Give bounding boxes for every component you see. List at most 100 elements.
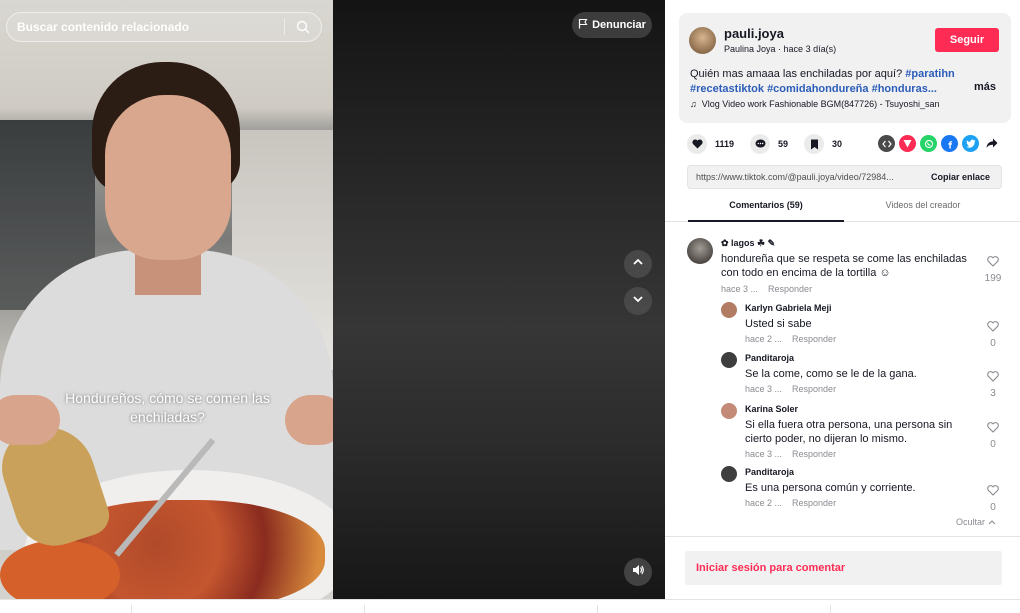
video-frame[interactable]: Hondureños, cómo se comen las enchiladas…: [0, 0, 333, 599]
report-button[interactable]: Denunciar: [572, 12, 652, 38]
copy-link-button[interactable]: Copiar enlace: [920, 172, 1001, 182]
like-action[interactable]: 1119: [687, 134, 734, 154]
video-description: Quién mas amaaa las enchiladas por aquí?…: [690, 67, 970, 97]
video-player[interactable]: Hondureños, cómo se comen las enchiladas…: [0, 0, 665, 599]
creator-subline: Paulina Joya · hace 3 día(s): [724, 44, 836, 54]
hashtag-link[interactable]: #honduras...: [872, 83, 937, 95]
comment-list: ✿ lagos ☘ ✎ hondureña que se respeta se …: [665, 232, 1020, 532]
whatsapp-icon[interactable]: [920, 135, 937, 152]
commenter-name[interactable]: Panditaroja: [745, 353, 794, 363]
commenter-avatar[interactable]: [721, 466, 737, 482]
comment-meta: hace 2 ... Responder: [745, 334, 836, 344]
comment-text: Es una persona común y corriente.: [745, 482, 916, 494]
twitter-icon[interactable]: [962, 135, 979, 152]
heart-outline-icon[interactable]: [987, 254, 999, 271]
tiktok-video-page: Hondureños, cómo se comen las enchiladas…: [0, 0, 1020, 613]
previous-video-button[interactable]: [624, 250, 652, 278]
creator-username[interactable]: pauli.joya: [724, 26, 784, 41]
video-caption-overlay: Hondureños, cómo se comen las enchiladas…: [65, 390, 270, 425]
share-arrow-icon[interactable]: [983, 135, 1000, 152]
commenter-name[interactable]: Karlyn Gabriela Meji: [745, 303, 832, 313]
heart-outline-icon[interactable]: [987, 483, 999, 500]
comment-text: Usted si sabe: [745, 318, 812, 330]
hide-replies-button[interactable]: Ocultar: [956, 517, 996, 527]
commenter-name[interactable]: Karina Soler: [745, 404, 798, 414]
commenter-avatar[interactable]: [721, 403, 737, 419]
comment-like-count: 199: [984, 273, 1002, 284]
reply-button[interactable]: Responder: [768, 284, 812, 294]
heart-icon[interactable]: [687, 134, 707, 154]
commenter-avatar[interactable]: [721, 302, 737, 318]
facebook-icon[interactable]: [941, 135, 958, 152]
comment-like[interactable]: 199: [983, 254, 1003, 284]
save-count: 30: [832, 139, 843, 149]
video-blurred-background: [333, 0, 665, 599]
comment-action[interactable]: 59: [750, 134, 788, 154]
search-bar[interactable]: [6, 12, 322, 42]
comment-like-count: 3: [990, 388, 996, 399]
speaker-icon: [631, 563, 645, 582]
bookmark-icon[interactable]: [804, 134, 825, 154]
comment-like-count: 0: [990, 439, 996, 450]
video-link-box: https://www.tiktok.com/@pauli.joya/video…: [687, 165, 1002, 189]
reply-button[interactable]: Responder: [792, 498, 836, 508]
music-link[interactable]: ♫ Vlog Video work Fashionable BGM(847726…: [690, 99, 940, 109]
hashtag-link[interactable]: #comidahondureña: [767, 83, 868, 95]
comment-like[interactable]: 3: [983, 369, 1003, 399]
comment-like[interactable]: 0: [983, 420, 1003, 450]
hashtag-link[interactable]: #recetastiktok: [690, 83, 764, 95]
tab-creator-videos[interactable]: Videos del creador: [845, 200, 1001, 222]
tab-comments[interactable]: Comentarios (59): [688, 200, 844, 222]
creator-display-name[interactable]: Paulina Joya: [724, 44, 776, 54]
heart-outline-icon[interactable]: [987, 369, 999, 386]
reply-button[interactable]: Responder: [792, 384, 836, 394]
comment-time: hace 3 ...: [745, 449, 783, 459]
comment-like[interactable]: 0: [983, 319, 1003, 349]
comment-like[interactable]: 0: [983, 483, 1003, 513]
report-label: Denunciar: [592, 19, 646, 31]
bottom-strip: [0, 599, 1020, 613]
chevron-up-icon: [631, 255, 645, 274]
video-url[interactable]: https://www.tiktok.com/@pauli.joya/video…: [688, 172, 920, 182]
like-count: 1119: [715, 139, 735, 149]
chevron-down-icon: [631, 292, 645, 311]
login-to-comment-button[interactable]: Iniciar sesión para comentar: [685, 551, 1002, 585]
embed-icon[interactable]: [878, 135, 895, 152]
save-action[interactable]: 30: [804, 134, 842, 154]
more-description-button[interactable]: más: [974, 81, 996, 93]
music-note-icon: ♫: [690, 99, 697, 109]
comment-login-bar: Iniciar sesión para comentar: [665, 536, 1020, 599]
commenter-name[interactable]: ✿ lagos ☘ ✎: [721, 238, 775, 249]
engagement-actions: 1119 59 30: [687, 133, 858, 155]
creator-info-card: pauli.joya Paulina Joya · hace 3 día(s) …: [679, 13, 1011, 123]
reply-button[interactable]: Responder: [792, 449, 836, 459]
comment-time: hace 3 ...: [721, 284, 759, 294]
comment-meta: hace 3 ... Responder: [745, 384, 836, 394]
volume-button[interactable]: [624, 558, 652, 586]
comment-time: hace 2 ...: [745, 334, 783, 344]
chevron-up-icon: [988, 517, 996, 527]
commenter-avatar[interactable]: [721, 352, 737, 368]
creator-avatar[interactable]: [689, 27, 716, 54]
comment-like-count: 0: [990, 502, 996, 513]
commenter-avatar[interactable]: [687, 238, 713, 264]
commenter-name[interactable]: Panditaroja: [745, 467, 794, 477]
music-title: Vlog Video work Fashionable BGM(847726) …: [701, 99, 940, 109]
video-detail-panel: pauli.joya Paulina Joya · hace 3 día(s) …: [665, 0, 1020, 599]
comment-text: Si ella fuera otra persona, una persona …: [745, 419, 953, 445]
description-text: Quién mas amaaa las enchiladas por aquí?: [690, 68, 906, 80]
post-date: hace 3 día(s): [783, 44, 837, 54]
comment-meta: hace 3 ... Responder: [721, 284, 812, 294]
next-video-button[interactable]: [624, 287, 652, 315]
search-icon[interactable]: [285, 13, 321, 41]
search-input[interactable]: [17, 20, 284, 34]
hashtag-link[interactable]: #paratihn: [905, 68, 955, 80]
reply-button[interactable]: Responder: [792, 334, 836, 344]
subline-separator: ·: [775, 44, 784, 54]
follow-button[interactable]: Seguir: [935, 28, 999, 52]
heart-outline-icon[interactable]: [987, 420, 999, 437]
comment-time: hace 3 ...: [745, 384, 783, 394]
comment-bubble-icon[interactable]: [750, 134, 771, 154]
send-to-friends-icon[interactable]: [899, 135, 916, 152]
heart-outline-icon[interactable]: [987, 319, 999, 336]
